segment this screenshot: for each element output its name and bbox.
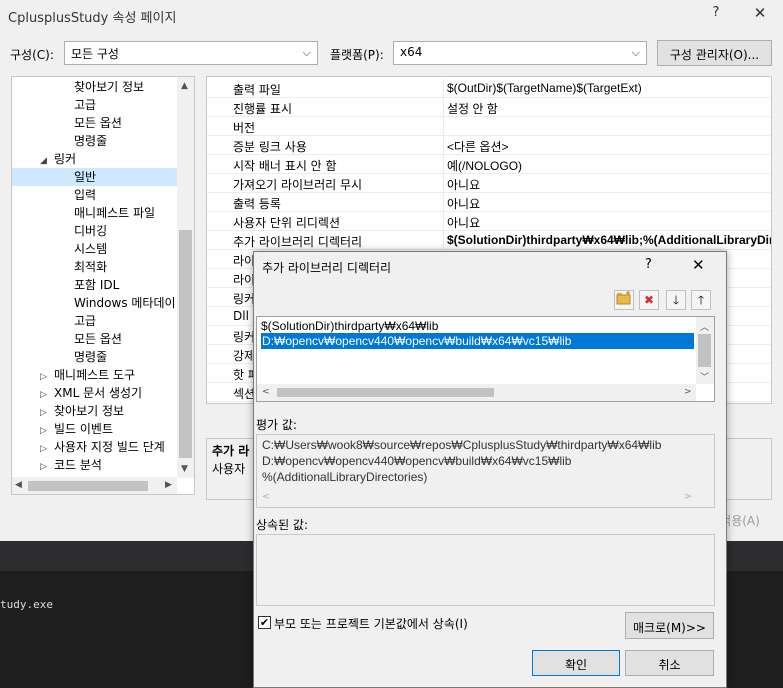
description-title: 추가 라 [212,444,250,458]
evaluated-line: %(AdditionalLibraryDirectories) [262,470,428,484]
inherit-checkbox-label[interactable]: 부모 또는 프로젝트 기본값에서 상속(I) [274,615,468,632]
checkmark-icon: ✔ [259,616,270,629]
grid-row[interactable]: 출력 파일 $(OutDir)$(TargetName)$(TargetExt) [207,79,771,98]
tree-item[interactable]: ▷ 코드 분석 [40,456,102,474]
configuration-label: 구성(C): [10,48,54,62]
new-line-button[interactable] [614,290,634,310]
list-vertical-scroll-thumb[interactable] [698,334,711,367]
scroll-down-arrow-icon[interactable]: ﹀ [700,370,709,383]
scroll-right-arrow-icon[interactable]: ▶ [165,480,172,490]
dialog-title: 추가 라이브러리 디렉터리 [262,261,392,275]
scroll-right-arrow-icon[interactable]: > [684,492,692,502]
tree-item[interactable]: 모든 옵션 [74,114,122,132]
scroll-down-arrow-icon[interactable]: ▼ [181,464,188,474]
inherit-checkbox[interactable]: ✔ [258,616,271,629]
delete-x-icon: ✖ [643,293,655,307]
tree-item[interactable]: 명령줄 [74,348,107,366]
grid-row-additional-library-directories[interactable]: 추가 라이브러리 디렉터리 $(SolutionDir)thirdparty₩x6… [207,231,771,250]
chevron-down-icon: ⌵ [631,46,640,59]
tree-item[interactable]: 고급 [74,96,96,114]
tree-item[interactable]: 매니페스트 파일 [74,204,155,222]
macro-button[interactable]: 매크로(M)>> [625,612,714,639]
scroll-left-arrow-icon[interactable]: < [262,387,270,397]
list-item[interactable]: $(SolutionDir)thirdparty₩x64₩lib [261,318,438,334]
platform-select[interactable]: x64 ⌵ [393,41,647,65]
tree-item[interactable]: ▷ 사용자 지정 빌드 단계 [40,438,165,456]
window-title: CplusplusStudy 속성 페이지 [8,11,177,26]
scroll-left-arrow-icon[interactable]: ◀ [15,480,22,490]
grid-row[interactable]: 출력 등록 아니요 [207,193,771,212]
tree-item[interactable]: Windows 메타데이 [74,294,176,312]
tree-item[interactable]: 포함 IDL [74,276,119,294]
dialog-close-button[interactable]: ✕ [692,256,705,274]
platform-value: x64 [400,45,423,59]
configuration-manager-button[interactable]: 구성 관리자(O)... [657,40,772,66]
move-down-button[interactable]: 🡓 [666,290,686,310]
ok-button[interactable]: 확인 [532,650,620,676]
scroll-right-arrow-icon[interactable]: > [684,387,692,397]
grid-row[interactable]: 가져오기 라이브러리 무시 아니요 [207,174,771,193]
scroll-left-arrow-icon[interactable]: < [262,492,270,502]
grid-row[interactable]: 증분 링크 사용 <다른 옵션> [207,136,771,155]
scroll-up-arrow-icon[interactable]: ︿ [700,320,709,333]
evaluated-line: C:₩Users₩wook8₩source₩repos₩CplusplusStu… [262,438,662,452]
description-text: 사용자 [212,462,246,476]
property-tree: 찾아보기 정보 고급 모든 옵션 명령줄 ◢ 링커 일반 입력 매니페스트 파일 … [11,76,195,495]
arrow-up-icon: 🡑 [697,293,705,307]
tree-item[interactable]: 고급 [74,312,96,330]
delete-line-button[interactable]: ✖ [639,290,659,310]
tree-item-linker[interactable]: ◢ 링커 [40,150,76,168]
grid-row[interactable]: 버전 [207,117,771,136]
configuration-select[interactable]: 모든 구성 ⌵ [64,41,318,65]
cancel-button[interactable]: 취소 [625,650,714,676]
list-item-selected[interactable]: D:₩opencv₩opencv440₩opencv₩build₩x64₩vc1… [261,333,694,349]
evaluated-value-label: 평가 값: [256,418,297,432]
grid-row[interactable]: 사용자 단위 리디렉션 아니요 [207,212,771,231]
chevron-down-icon: ⌵ [302,46,311,59]
tree-item[interactable]: ▷ 매니페스트 도구 [40,366,135,384]
tree-item[interactable]: ▷ 빌드 이벤트 [40,420,113,438]
move-up-button[interactable]: 🡑 [691,290,711,310]
close-button[interactable]: ✕ [748,4,772,26]
collapsed-triangle-icon: ▷ [40,462,47,472]
evaluated-line: D:₩opencv₩opencv440₩opencv₩build₩x64₩vc1… [262,454,572,468]
list-horizontal-scroll-thumb[interactable] [277,388,494,397]
inherited-value-box [256,534,715,606]
tree-item[interactable]: 찾아보기 정보 [74,78,144,96]
configuration-value: 모든 구성 [71,47,119,61]
tree-item[interactable]: 최적화 [74,258,107,276]
new-folder-icon [616,291,631,305]
tree-vertical-scroll-thumb[interactable] [179,230,192,458]
tree-item[interactable]: 모든 옵션 [74,330,122,348]
tree-horizontal-scroll-thumb[interactable] [28,481,148,491]
tree-item[interactable]: 디버깅 [74,222,107,240]
grid-row[interactable]: 진행률 표시 설정 안 함 [207,98,771,117]
dialog-help-button[interactable]: ? [645,257,652,272]
scroll-up-arrow-icon[interactable]: ▲ [181,81,188,91]
tree-item[interactable]: ▷ XML 문서 생성기 [40,384,142,402]
output-text: tudy.exe [0,598,53,611]
arrow-down-icon: 🡓 [672,293,680,307]
tree-item-general-selected[interactable]: 일반 [12,168,178,186]
platform-label: 플랫폼(P): [330,48,384,62]
help-button[interactable]: ? [706,5,726,25]
inherited-value-label: 상속된 값: [256,518,309,532]
grid-row[interactable]: 시작 배너 표시 안 함 예(/NOLOGO) [207,155,771,174]
tree-item[interactable]: 명령줄 [74,132,107,150]
tree-item[interactable]: 시스템 [74,240,107,258]
tree-item[interactable]: ▷ 찾아보기 정보 [40,402,124,420]
tree-item[interactable]: 입력 [74,186,96,204]
